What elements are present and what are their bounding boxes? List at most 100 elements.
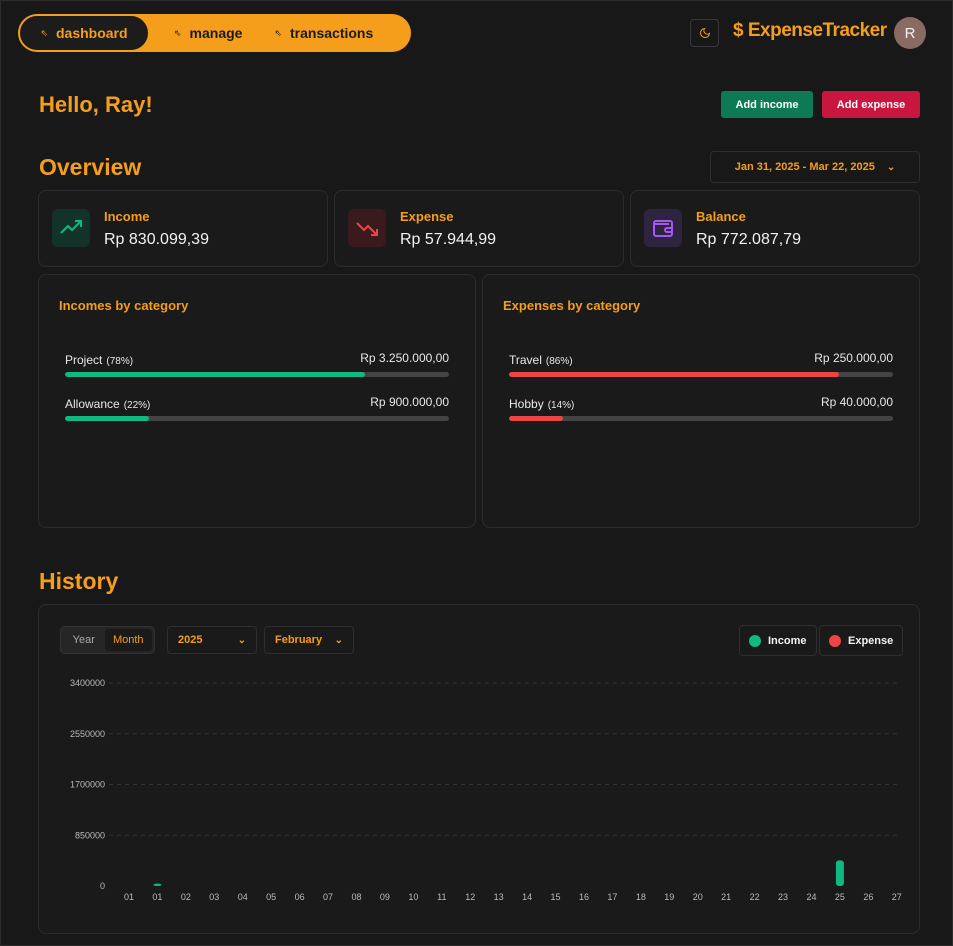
month-select-value: February bbox=[275, 634, 323, 646]
chevron-down-icon: ⌄ bbox=[334, 634, 343, 646]
x-tick-label: 27 bbox=[892, 892, 902, 902]
nav-label: dashboard bbox=[55, 25, 128, 41]
y-tick-label: 2550000 bbox=[70, 729, 105, 739]
x-tick-label: 04 bbox=[238, 892, 248, 902]
x-tick-label: 22 bbox=[750, 892, 760, 902]
legend-expense: Expense bbox=[819, 625, 904, 656]
stat-value: Rp 57.944,99 bbox=[400, 231, 497, 248]
incomes-by-category-card: Incomes by category Project (78%) Rp 3.25… bbox=[38, 274, 476, 528]
x-tick-label: 06 bbox=[295, 892, 305, 902]
avatar[interactable]: R bbox=[894, 17, 926, 49]
wallet-icon bbox=[644, 209, 682, 247]
brand-logo[interactable]: $ ExpenseTracker bbox=[733, 20, 887, 42]
category-row: Travel (86%) Rp 250.000,00 bbox=[509, 351, 893, 377]
x-tick-label: 02 bbox=[181, 892, 191, 902]
x-tick-label: 08 bbox=[351, 892, 361, 902]
x-tick-label: 14 bbox=[522, 892, 532, 902]
y-tick-label: 0 bbox=[100, 881, 105, 891]
nav-label: transactions bbox=[290, 25, 374, 41]
category-amount: Rp 40.000,00 bbox=[820, 395, 893, 409]
stat-value: Rp 830.099,39 bbox=[104, 231, 209, 248]
progress-bar bbox=[65, 372, 449, 377]
x-tick-label: 16 bbox=[579, 892, 589, 902]
category-row: Hobby (14%) Rp 40.000,00 bbox=[509, 395, 893, 421]
month-select[interactable]: February ⌄ bbox=[264, 626, 354, 654]
arrow-up-left-icon: ⇖ bbox=[174, 27, 182, 38]
income-stat-card: Income Rp 830.099,39 bbox=[38, 190, 328, 267]
progress-fill bbox=[509, 416, 563, 421]
trending-down-icon bbox=[348, 209, 386, 247]
x-tick-label: 25 bbox=[835, 892, 845, 902]
x-tick-label: 24 bbox=[806, 892, 816, 902]
category-row: Project (78%) Rp 3.250.000,00 bbox=[65, 351, 449, 377]
progress-bar bbox=[509, 416, 893, 421]
stat-label: Income bbox=[104, 209, 150, 224]
date-range-picker[interactable]: Jan 31, 2025 - Mar 22, 2025 ⌄ bbox=[710, 151, 920, 183]
progress-fill bbox=[509, 372, 840, 377]
arrow-up-left-icon: ⇖ bbox=[274, 27, 283, 38]
x-tick-label: 15 bbox=[551, 892, 561, 902]
year-select-value: 2025 bbox=[178, 634, 203, 646]
income-dot-icon bbox=[749, 634, 761, 647]
add-expense-button[interactable]: Add expense bbox=[822, 91, 920, 118]
history-chart: 3400000 2550000 1700000 850000 0 01 01 02 03 04 05… bbox=[70, 678, 902, 902]
category-name: Travel bbox=[509, 353, 542, 367]
toggle-year[interactable]: Year bbox=[63, 629, 105, 651]
chevron-down-icon: ⌄ bbox=[237, 634, 246, 646]
x-tick-label: 09 bbox=[380, 892, 390, 902]
category-pct: (86%) bbox=[545, 356, 573, 367]
legend-label: Expense bbox=[848, 634, 894, 647]
greeting: Hello, Ray! bbox=[39, 92, 153, 117]
progress-fill bbox=[65, 372, 365, 377]
x-tick-label: 13 bbox=[494, 892, 504, 902]
expenses-by-category-card: Expenses by category Travel (86%) Rp 250.… bbox=[482, 274, 920, 528]
x-tick-label: 11 bbox=[437, 892, 446, 902]
x-tick-label: 01 bbox=[124, 892, 134, 902]
chart-bar bbox=[835, 860, 844, 886]
main-nav: ⇖ dashboard ⇖ manage ⇖ transactions bbox=[18, 14, 411, 52]
expense-dot-icon bbox=[829, 634, 841, 647]
legend-income: Income bbox=[739, 625, 817, 656]
stat-label: Expense bbox=[400, 209, 454, 224]
card-title: Incomes by category bbox=[59, 298, 189, 313]
x-tick-label: 20 bbox=[693, 892, 703, 902]
nav-transactions[interactable]: ⇖ transactions bbox=[258, 16, 389, 50]
history-card: Year Month 2025 ⌄ February ⌄ Income Expe… bbox=[38, 604, 920, 934]
x-tick-label: 26 bbox=[863, 892, 873, 902]
category-name: Hobby bbox=[509, 397, 544, 411]
progress-fill bbox=[65, 416, 150, 421]
toggle-month[interactable]: Month bbox=[104, 629, 152, 651]
year-select[interactable]: 2025 ⌄ bbox=[167, 626, 257, 654]
history-title: History bbox=[39, 568, 119, 594]
date-range-label: Jan 31, 2025 - Mar 22, 2025 bbox=[734, 161, 875, 173]
progress-bar bbox=[509, 372, 893, 377]
x-tick-label: 17 bbox=[607, 892, 617, 902]
nav-dashboard[interactable]: ⇖ dashboard bbox=[20, 16, 148, 50]
x-tick-label: 12 bbox=[465, 892, 475, 902]
x-tick-label: 10 bbox=[408, 892, 418, 902]
stat-value: Rp 772.087,79 bbox=[696, 231, 801, 248]
category-pct: (14%) bbox=[547, 400, 575, 411]
y-tick-label: 3400000 bbox=[70, 678, 105, 688]
theme-toggle-button[interactable] bbox=[690, 19, 719, 47]
category-pct: (22%) bbox=[123, 400, 151, 411]
nav-label: manage bbox=[189, 25, 243, 41]
category-name: Allowance bbox=[65, 397, 120, 411]
category-amount: Rp 900.000,00 bbox=[370, 395, 449, 409]
chart-bar bbox=[153, 883, 162, 886]
overview-title: Overview bbox=[39, 154, 142, 180]
period-toggle: Year Month bbox=[60, 626, 155, 654]
nav-manage[interactable]: ⇖ manage bbox=[158, 16, 258, 50]
x-tick-label: 05 bbox=[266, 892, 276, 902]
chevron-down-icon: ⌄ bbox=[886, 161, 896, 173]
category-amount: Rp 3.250.000,00 bbox=[360, 351, 449, 365]
x-tick-label: 19 bbox=[664, 892, 674, 902]
stat-label: Balance bbox=[696, 209, 746, 224]
moon-icon bbox=[699, 27, 710, 38]
x-tick-label: 07 bbox=[323, 892, 333, 902]
legend-label: Income bbox=[768, 634, 807, 647]
y-tick-label: 850000 bbox=[75, 830, 105, 840]
add-income-button[interactable]: Add income bbox=[721, 91, 813, 118]
x-tick-label: 18 bbox=[636, 892, 646, 902]
x-tick-label: 03 bbox=[209, 892, 219, 902]
